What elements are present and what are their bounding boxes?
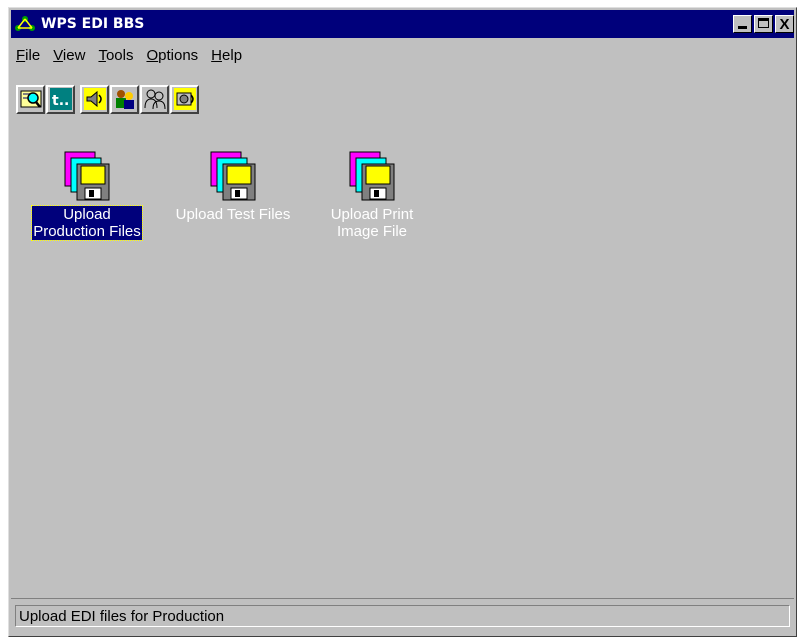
sound-settings-icon [173, 88, 196, 110]
menu-file[interactable]: File [11, 47, 48, 64]
users-outline-button[interactable] [140, 84, 169, 114]
menu-tools[interactable]: Tools [93, 47, 141, 64]
speaker-icon [83, 88, 106, 110]
app-window: WPS EDI BBS X File View Tools Options He… [8, 7, 797, 637]
file-label-upload-print-image: Upload Print Image File [330, 206, 414, 240]
menu-view[interactable]: View [48, 47, 93, 64]
file-item-upload-test[interactable]: Upload Test Files [163, 150, 303, 224]
svg-text:t..: t.. [52, 93, 69, 109]
menu-bar: File View Tools Options Help [11, 42, 794, 68]
status-bar: Upload EDI files for Production [11, 598, 794, 633]
floppy-stack-icon [210, 151, 256, 201]
menu-help[interactable]: Help [206, 47, 250, 64]
speaker-button[interactable] [80, 84, 109, 114]
window-controls: X [731, 15, 794, 33]
sound-settings-button[interactable] [170, 84, 199, 114]
find-icon [20, 90, 41, 108]
upload-arrow-icon: t.. [49, 88, 72, 110]
floppy-stack-icon [349, 151, 395, 201]
network-icon [15, 16, 35, 31]
file-item-upload-production[interactable]: Upload Production Files [17, 150, 157, 241]
file-item-upload-print-image[interactable]: Upload Print Image File [302, 150, 442, 241]
users-icon [115, 90, 134, 109]
upload-button[interactable]: t.. [46, 84, 75, 114]
toolbar: t.. [16, 81, 204, 117]
toolbar-group-1: t.. [16, 84, 76, 114]
users-outline-icon [144, 89, 165, 110]
file-label-upload-production: Upload Production Files [31, 205, 143, 241]
status-text: Upload EDI files for Production [15, 605, 790, 627]
window-title: WPS EDI BBS [41, 16, 145, 32]
file-label-upload-test: Upload Test Files [175, 206, 291, 223]
find-button[interactable] [16, 84, 45, 114]
menu-options[interactable]: Options [141, 47, 206, 64]
title-bar[interactable]: WPS EDI BBS X [11, 10, 794, 38]
floppy-stack-icon [64, 151, 110, 201]
minimize-button[interactable] [733, 15, 752, 33]
users-button[interactable] [110, 84, 139, 114]
file-list-area: Upload Production Files Upload Test File… [11, 126, 794, 592]
close-button[interactable]: X [775, 15, 794, 33]
toolbar-group-2 [80, 84, 200, 114]
maximize-button[interactable] [754, 15, 773, 33]
